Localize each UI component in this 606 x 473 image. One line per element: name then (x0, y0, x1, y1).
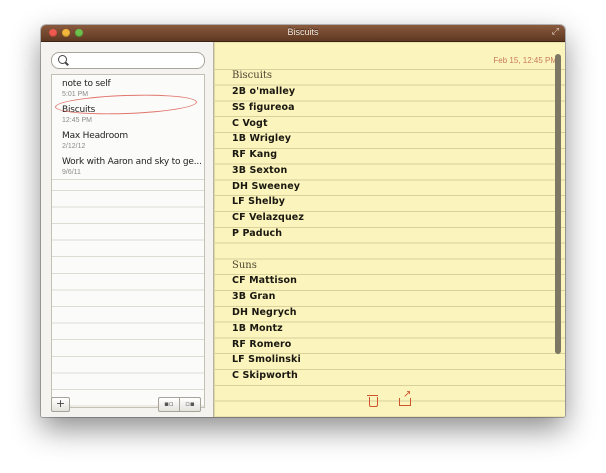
lineup-line: RF Kang (232, 149, 278, 160)
fullscreen-icon[interactable]: ⤢ (552, 28, 559, 37)
window-title: Biscuits (287, 27, 319, 37)
lineup-line: LF Shelby (232, 196, 286, 207)
note-editor[interactable]: Feb 15, 12:45 PM Biscuits 2B o'malley SS… (214, 42, 565, 417)
note-list-item[interactable]: Max Headroom 2/12/12 (52, 127, 204, 154)
lineup-line: RF Romero (232, 339, 292, 350)
lineup-line: SS figureoa (232, 102, 295, 113)
notes-list[interactable]: note to self 5:01 PM Biscuits 12:45 PM M… (51, 74, 205, 408)
lineup-line: DH Sweeney (232, 181, 301, 192)
lineup-line: C Vogt (232, 118, 268, 129)
share-icon[interactable] (399, 390, 411, 406)
note-list-date: 2/12/12 (62, 143, 86, 150)
note-list-date: 9/6/11 (62, 169, 81, 176)
split-view-icon[interactable]: ▫▪ (179, 397, 201, 412)
note-list-title: Work with Aaron and sky to ge... (62, 157, 202, 167)
note-list-date: 12:45 PM (62, 117, 92, 124)
sidebar-footer: + ▪▫ ▫▪ (41, 397, 213, 417)
lineup-line: C Skipworth (232, 370, 298, 381)
add-note-button[interactable]: + (51, 397, 70, 412)
section-heading: Suns (232, 260, 257, 271)
lineup-line: 2B o'malley (232, 86, 296, 97)
note-list-date: 5:01 PM (62, 91, 89, 98)
list-view-icon[interactable]: ▪▫ (158, 397, 180, 412)
notes-window: Biscuits ⤢ note to self 5:01 PM Biscuits… (41, 25, 565, 417)
lineup-line: DH Negrych (232, 307, 297, 318)
lineup-line: P Paduch (232, 228, 283, 239)
scrollbar[interactable] (555, 54, 561, 354)
search-input[interactable] (51, 52, 205, 69)
note-footer (215, 389, 565, 417)
note-list-item[interactable]: Work with Aaron and sky to ge... 9/6/11 (52, 153, 204, 180)
note-list-title: Max Headroom (62, 131, 128, 141)
lineup-line: CF Mattison (232, 275, 298, 286)
note-date: Feb 15, 12:45 PM (493, 56, 557, 65)
titlebar[interactable]: Biscuits ⤢ (41, 25, 565, 42)
lineup-line: 3B Gran (232, 291, 276, 302)
trash-icon[interactable] (367, 395, 378, 407)
search-icon (58, 55, 67, 64)
notes-sidebar: note to self 5:01 PM Biscuits 12:45 PM M… (41, 42, 214, 417)
lineup-line: 1B Wrigley (232, 133, 292, 144)
view-toggle: ▪▫ ▫▪ (158, 397, 202, 412)
note-list-title: note to self (62, 79, 111, 89)
lineup-line: CF Velazquez (232, 212, 304, 223)
lineup-line: 3B Sexton (232, 165, 288, 176)
lineup-line: 1B Montz (232, 323, 283, 334)
section-heading: Biscuits (232, 70, 273, 81)
lineup-line: LF Smolinski (232, 354, 301, 365)
